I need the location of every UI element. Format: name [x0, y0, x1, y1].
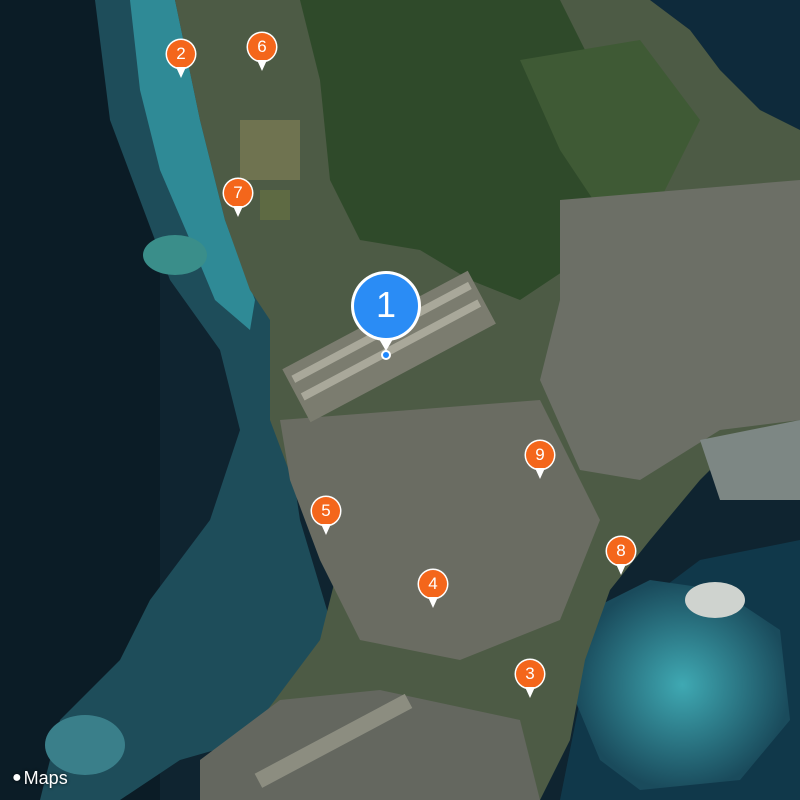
pin-label: 6	[257, 37, 267, 56]
map-pin-5[interactable]: 5	[309, 495, 343, 537]
attribution-label: Maps	[23, 767, 68, 788]
pin-label: 5	[321, 501, 331, 520]
map-pin-3[interactable]: 3	[513, 658, 547, 700]
location-dot	[381, 350, 391, 360]
pin-label: 1	[375, 284, 397, 325]
map-pin-2[interactable]: 2	[164, 38, 198, 80]
map-pin-4[interactable]: 4	[416, 568, 450, 610]
pin-label: 7	[233, 183, 243, 202]
pin-label: 3	[525, 664, 535, 683]
map-pin-9[interactable]: 9	[523, 439, 557, 481]
map-pin-8[interactable]: 8	[604, 535, 638, 577]
pin-label: 8	[616, 541, 626, 560]
pin-label: 2	[176, 44, 186, 63]
map-view[interactable]: 1 2 3 4 5 6 7 8 9 ● Maps	[0, 0, 800, 800]
selected-location-pin[interactable]: 1	[349, 269, 423, 351]
maps-attribution: ● Maps	[12, 766, 68, 790]
map-pin-7[interactable]: 7	[221, 177, 255, 219]
satellite-imagery	[0, 0, 800, 800]
pin-label: 9	[535, 445, 545, 464]
map-pin-6[interactable]: 6	[245, 31, 279, 73]
apple-logo-icon: ●	[12, 769, 22, 786]
pin-label: 4	[428, 574, 438, 593]
